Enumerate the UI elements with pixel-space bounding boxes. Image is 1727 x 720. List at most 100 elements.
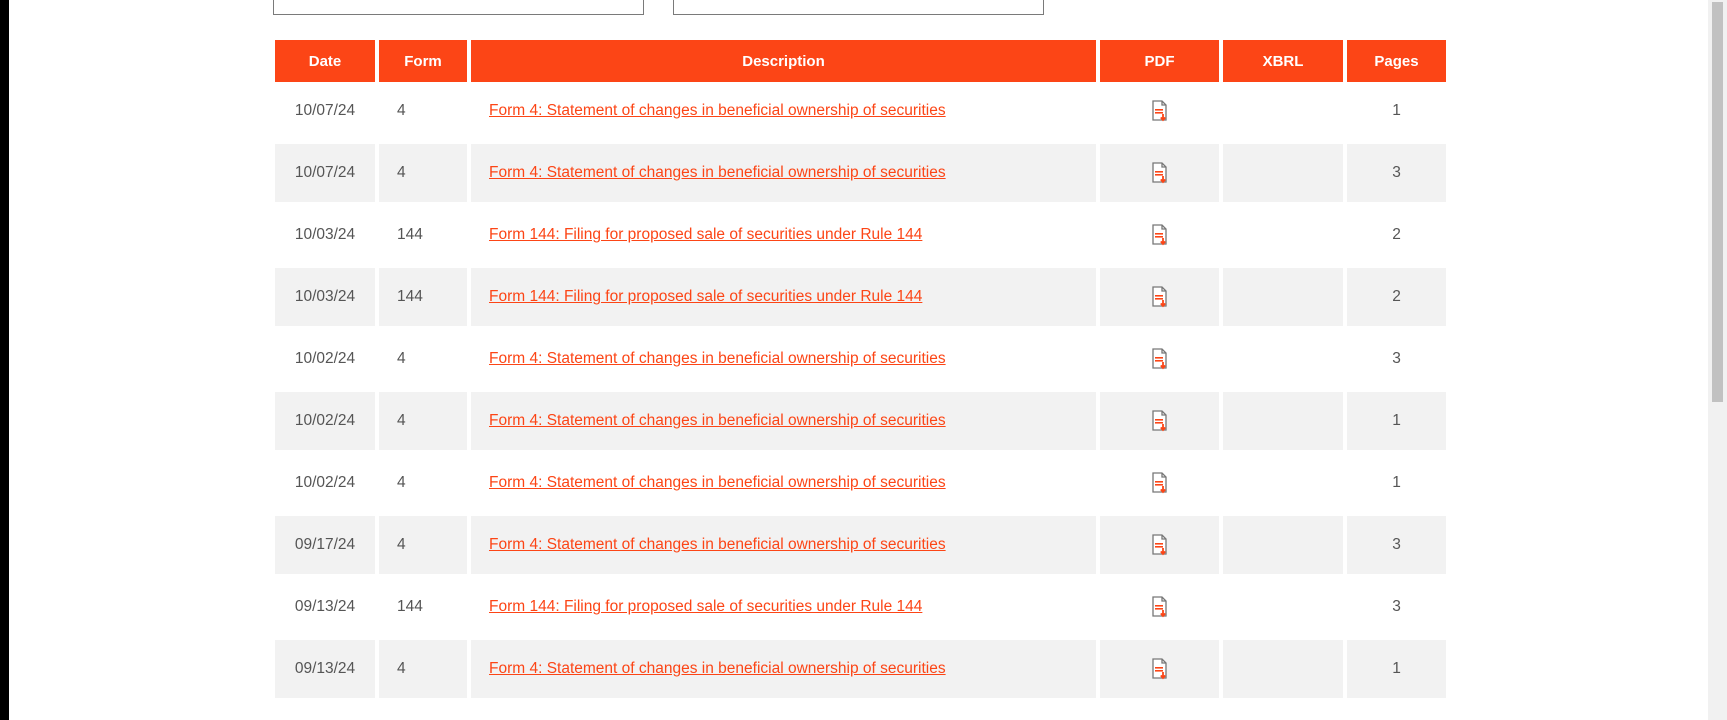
cell-form: 4 [379,636,467,698]
filter-dropdown-right[interactable] [673,0,1044,15]
filing-description-link[interactable]: Form 4: Statement of changes in benefici… [489,102,946,119]
cell-description: Form 4: Statement of changes in benefici… [471,450,1096,512]
cell-date: 09/17/24 [275,512,375,574]
cell-date: 10/02/24 [275,388,375,450]
cell-pdf [1100,202,1219,264]
cell-xbrl [1223,326,1343,388]
filing-description-link[interactable]: Form 4: Statement of changes in benefici… [489,412,946,429]
cell-pages: 2 [1347,202,1446,264]
header-pages[interactable]: Pages [1347,40,1446,82]
cell-pdf [1100,326,1219,388]
cell-form: 144 [379,202,467,264]
table-row: 10/03/24 144 Form 144: Filing for propos… [275,202,1446,264]
cell-description: Form 144: Filing for proposed sale of se… [471,264,1096,326]
header-form[interactable]: Form [379,40,467,82]
cell-xbrl [1223,202,1343,264]
pdf-download-icon[interactable] [1151,658,1169,680]
header-description[interactable]: Description [471,40,1096,82]
table-row: 10/07/24 4 Form 4: Statement of changes … [275,140,1446,202]
cell-date: 10/03/24 [275,202,375,264]
table-row: 10/02/24 4 Form 4: Statement of changes … [275,388,1446,450]
table-row: 09/17/24 4 Form 4: Statement of changes … [275,512,1446,574]
cell-xbrl [1223,450,1343,512]
table-row: 09/13/24 4 Form 4: Statement of changes … [275,636,1446,698]
cell-date: 10/02/24 [275,450,375,512]
cell-form: 4 [379,140,467,202]
cell-date: 09/13/24 [275,636,375,698]
cell-pages: 1 [1347,636,1446,698]
cell-date: 10/07/24 [275,140,375,202]
cell-form: 4 [379,388,467,450]
cell-xbrl [1223,512,1343,574]
cell-xbrl [1223,574,1343,636]
left-window-edge [0,0,9,720]
cell-pages: 1 [1392,102,1401,119]
pdf-download-icon[interactable] [1151,472,1169,494]
filing-description-link[interactable]: Form 4: Statement of changes in benefici… [489,660,946,677]
cell-date: 10/07/24 [294,102,356,119]
cell-pdf [1100,450,1219,512]
cell-description: Form 4: Statement of changes in benefici… [471,326,1096,388]
filing-description-link[interactable]: Form 144: Filing for proposed sale of se… [489,226,922,243]
cell-description: Form 4: Statement of changes in benefici… [471,388,1096,450]
table-row: 10/02/24 4 Form 4: Statement of changes … [275,326,1446,388]
cell-form: 4 [397,102,406,119]
header-xbrl[interactable]: XBRL [1223,40,1343,82]
pdf-download-icon[interactable] [1151,286,1169,308]
cell-xbrl [1223,82,1343,140]
cell-form: 4 [379,450,467,512]
cell-form: 144 [379,264,467,326]
header-date[interactable]: Date [275,40,375,82]
table-row: 09/13/24 144 Form 144: Filing for propos… [275,574,1446,636]
table-header-row: Date Form Description PDF XBRL Pages [275,40,1446,82]
cell-description: Form 4: Statement of changes in benefici… [471,636,1096,698]
cell-description: Form 4: Statement of changes in benefici… [471,140,1096,202]
cell-pages: 3 [1347,512,1446,574]
cell-date: 10/03/24 [275,264,375,326]
table-body: 10/07/24 4 Form 4: Statement of changes … [275,82,1446,698]
table-row: 10/03/24 144 Form 144: Filing for propos… [275,264,1446,326]
cell-pdf [1100,574,1219,636]
cell-xbrl [1223,140,1343,202]
filing-description-link[interactable]: Form 4: Statement of changes in benefici… [489,164,946,181]
cell-pdf [1100,512,1219,574]
pdf-download-icon[interactable] [1151,224,1169,246]
scrollbar-thumb[interactable] [1712,2,1723,402]
pdf-download-icon[interactable] [1151,596,1169,618]
cell-pages: 3 [1347,140,1446,202]
cell-form: 144 [379,574,467,636]
filings-table: Date Form Description PDF XBRL Pages 10/… [271,40,1450,698]
cell-description: Form 4: Statement of changes in benefici… [471,512,1096,574]
cell-date: 10/02/24 [275,326,375,388]
cell-description: Form 144: Filing for proposed sale of se… [471,202,1096,264]
filing-description-link[interactable]: Form 4: Statement of changes in benefici… [489,474,946,491]
filing-description-link[interactable]: Form 144: Filing for proposed sale of se… [489,598,922,615]
pdf-download-icon[interactable] [1151,348,1169,370]
cell-date: 09/13/24 [275,574,375,636]
cell-pdf [1100,140,1219,202]
pdf-download-icon[interactable] [1151,100,1169,122]
cell-pages: 3 [1347,574,1446,636]
cell-form: 4 [379,512,467,574]
pdf-download-icon[interactable] [1151,534,1169,556]
cell-xbrl [1223,264,1343,326]
cell-pdf [1100,636,1219,698]
filing-description-link[interactable]: Form 4: Statement of changes in benefici… [489,350,946,367]
cell-pdf [1100,264,1219,326]
table-row: 10/07/24 4 Form 4: Statement of changes … [275,82,1446,140]
cell-pages: 1 [1347,450,1446,512]
filing-description-link[interactable]: Form 4: Statement of changes in benefici… [489,536,946,553]
filter-dropdown-left[interactable] [273,0,644,15]
cell-pages: 1 [1347,388,1446,450]
cell-pages: 3 [1347,326,1446,388]
cell-description: Form 4: Statement of changes in benefici… [471,82,1096,140]
cell-xbrl [1223,636,1343,698]
table-row: 10/02/24 4 Form 4: Statement of changes … [275,450,1446,512]
filing-description-link[interactable]: Form 144: Filing for proposed sale of se… [489,288,922,305]
pdf-download-icon[interactable] [1151,410,1169,432]
pdf-download-icon[interactable] [1151,162,1169,184]
cell-description: Form 144: Filing for proposed sale of se… [471,574,1096,636]
vertical-scrollbar[interactable] [1708,0,1727,720]
header-pdf[interactable]: PDF [1100,40,1219,82]
cell-form: 4 [379,326,467,388]
